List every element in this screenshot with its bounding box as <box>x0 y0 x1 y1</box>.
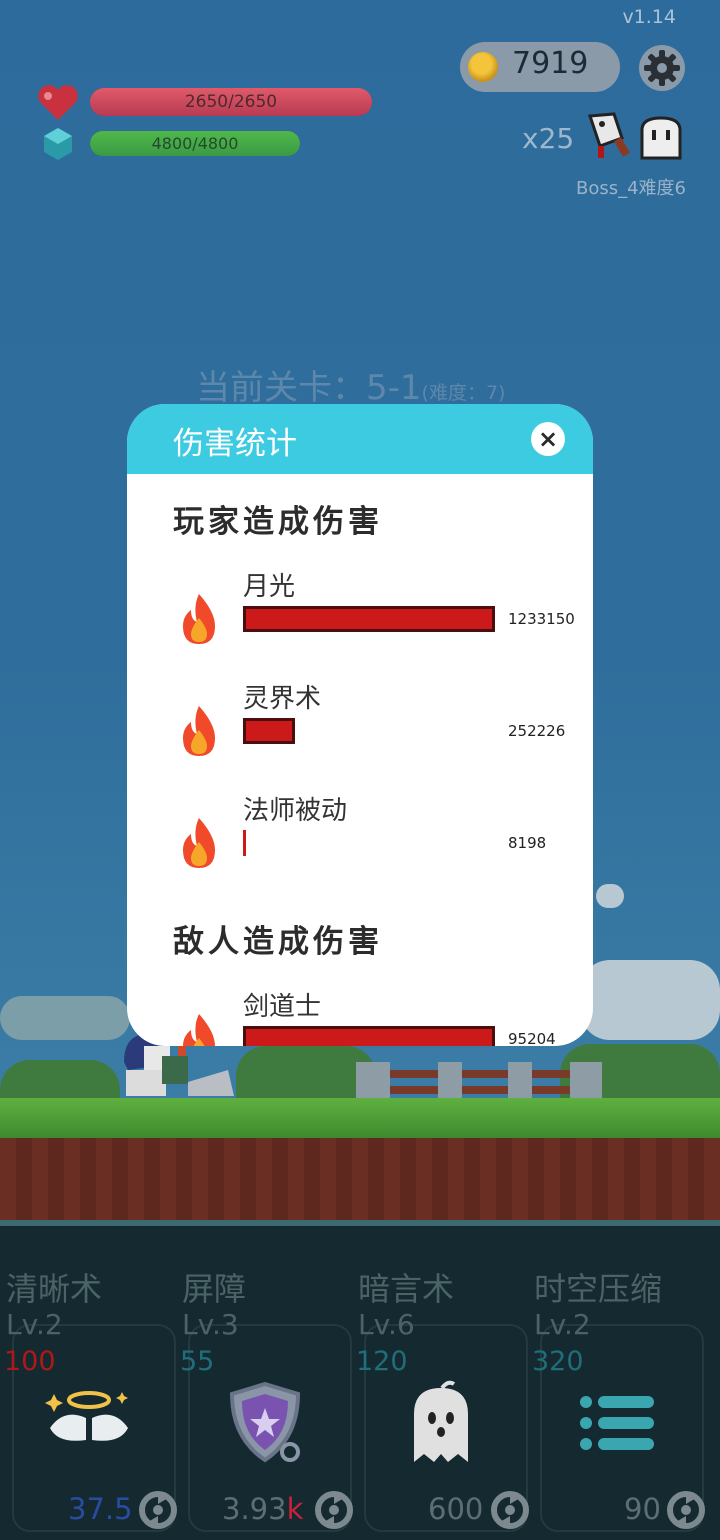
settings-gear-icon[interactable] <box>638 44 686 92</box>
skill-level: Lv.2 <box>534 1308 591 1341</box>
grass-ground <box>0 1098 720 1138</box>
mana-crystal-icon <box>44 128 72 160</box>
damage-value: 8198 <box>508 834 547 852</box>
cloud <box>580 960 720 1040</box>
skill-panel: 清晰术 Lv.2 100 37.5 屏障 Lv.3 55 3.93k 暗言术 L… <box>0 1226 720 1540</box>
skill-value: 90 <box>624 1492 661 1526</box>
angel-wings-halo-icon <box>45 1391 128 1441</box>
damage-row: 月光 1233150 <box>127 566 593 656</box>
dialog-title: 伤害统计 <box>173 426 297 462</box>
damage-value: 95204 <box>508 1030 556 1046</box>
damage-row: 法师被动 8198 <box>127 790 593 880</box>
bush <box>0 1060 120 1100</box>
close-button[interactable]: × <box>531 422 565 456</box>
skill-slot-2[interactable]: 屏障 Lv.3 55 3.93k <box>176 1226 354 1540</box>
skill-name: 屏障 <box>182 1270 247 1308</box>
damage-bar <box>243 830 246 856</box>
fence-pillar <box>356 1062 390 1100</box>
flame-icon <box>183 1014 215 1046</box>
coin-count: 7919 <box>512 46 589 81</box>
heart-icon <box>38 85 78 120</box>
skill-cost: 100 <box>4 1346 56 1377</box>
mp-text: 4800/4800 <box>151 134 239 153</box>
damage-bar <box>243 718 295 744</box>
cleaver-icon <box>587 112 630 158</box>
boss-difficulty-label: Boss_4难度6 <box>575 178 686 199</box>
coin-counter: 7919 <box>460 42 620 92</box>
skill-cost: 320 <box>532 1346 584 1377</box>
stage-text: 当前关卡：5-1 <box>196 368 422 408</box>
version-label: v1.14 <box>622 6 676 28</box>
cloud <box>596 884 624 908</box>
damage-source-name: 月光 <box>243 572 296 602</box>
skill-name: 时空压缩 <box>534 1270 663 1308</box>
cloud <box>0 996 130 1040</box>
flame-icon <box>183 706 215 756</box>
skill-value: 3.93k <box>222 1492 304 1526</box>
player-damage-heading: 玩家造成伤害 <box>173 504 383 540</box>
damage-source-name: 法师被动 <box>243 796 348 826</box>
damage-stats-dialog: 伤害统计 × 玩家造成伤害 月光 1233150 灵界术 252226 法师被动… <box>127 404 593 1046</box>
skill-slot-1[interactable]: 清晰术 Lv.2 100 37.5 <box>0 1226 178 1540</box>
hp-text: 2650/2650 <box>184 92 278 112</box>
stage-difficulty: (难度：7) <box>421 382 506 404</box>
coin-icon <box>468 52 498 82</box>
skill-name: 暗言术 <box>358 1270 455 1308</box>
skill-level: Lv.6 <box>358 1308 415 1341</box>
damage-bar <box>243 606 495 632</box>
skill-level: Lv.2 <box>6 1308 63 1341</box>
fence-pillar <box>508 1062 532 1100</box>
bush <box>236 1046 376 1100</box>
combo-counter: x25 <box>522 122 575 155</box>
hp-bar: 2650/2650 <box>90 88 372 116</box>
skill-value-suffix: k <box>286 1492 304 1526</box>
dirt-ground <box>0 1138 720 1220</box>
list-icon <box>580 1396 654 1450</box>
dialog-header: 伤害统计 × <box>127 404 593 474</box>
skill-slot-4[interactable]: 时空压缩 Lv.2 320 90 <box>528 1226 706 1540</box>
damage-bar <box>243 1026 495 1046</box>
skill-value: 600 <box>428 1492 484 1526</box>
fence-pillar <box>570 1062 602 1100</box>
flame-icon <box>183 594 215 644</box>
skill-level: Lv.3 <box>182 1308 239 1341</box>
damage-source-name: 灵界术 <box>243 684 322 714</box>
damage-value: 252226 <box>508 722 566 740</box>
skill-cost: 120 <box>356 1346 408 1377</box>
damage-source-name: 剑道士 <box>243 992 322 1022</box>
enemy-damage-heading: 敌人造成伤害 <box>173 924 383 960</box>
damage-row: 剑道士 95204 <box>127 986 593 1046</box>
enemy-ghost-icon <box>640 116 682 160</box>
skill-value: 37.5 <box>68 1492 133 1526</box>
upgrade-spin-icon[interactable] <box>138 1490 178 1530</box>
skill-cost: 55 <box>180 1346 215 1377</box>
shield-star-icon <box>229 1381 301 1463</box>
skill-slot-3[interactable]: 暗言术 Lv.6 120 600 <box>352 1226 530 1540</box>
flame-icon <box>183 818 215 868</box>
upgrade-spin-icon[interactable] <box>666 1490 706 1530</box>
damage-value: 1233150 <box>508 610 575 628</box>
upgrade-spin-icon[interactable] <box>314 1490 354 1530</box>
mp-bar: 4800/4800 <box>90 131 300 156</box>
fence-pillar <box>438 1062 462 1100</box>
ghost-icon <box>414 1380 468 1462</box>
damage-row: 灵界术 252226 <box>127 678 593 768</box>
skill-name: 清晰术 <box>6 1270 103 1308</box>
current-stage-label: 当前关卡：5-1(难度：7) <box>196 360 505 409</box>
upgrade-spin-icon[interactable] <box>490 1490 530 1530</box>
